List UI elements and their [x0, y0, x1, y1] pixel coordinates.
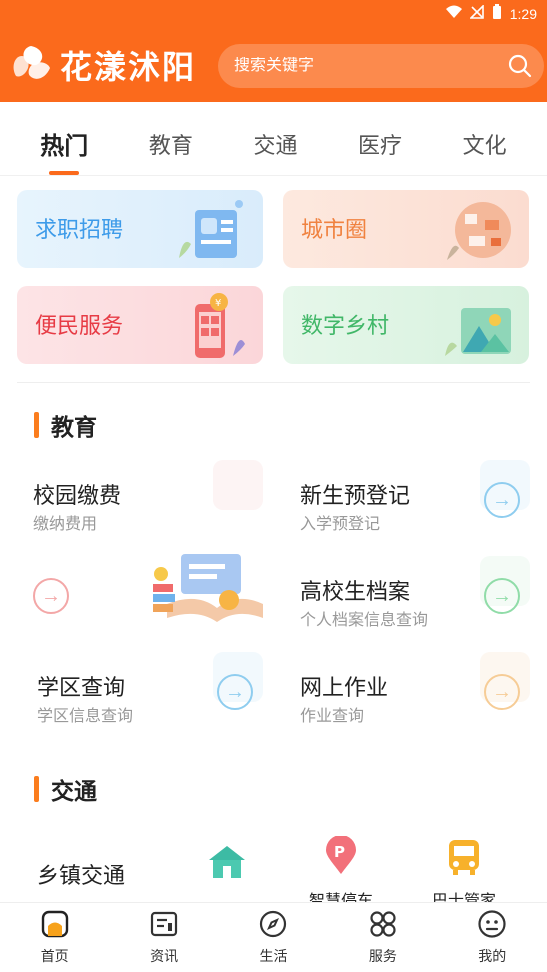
nav-label: 首页: [40, 948, 69, 964]
campus-payment-item[interactable]: 校园缴费 缴纳费用: [17, 460, 263, 550]
nav-label: 服务: [368, 948, 397, 964]
education-section-title: 教育: [34, 408, 97, 442]
item-title: 学区查询: [37, 675, 126, 700]
search-icon[interactable]: [508, 54, 532, 83]
smart-parking-item[interactable]: P 智慧停车: [309, 835, 373, 911]
arrow-right-icon[interactable]: →: [217, 674, 253, 710]
search-input[interactable]: [234, 57, 484, 75]
online-homework-item[interactable]: 网上作业 作业查询 →: [284, 652, 530, 742]
item-title: 校园缴费: [33, 483, 122, 508]
title-accent-bar: [34, 776, 39, 802]
nav-label: 资讯: [150, 948, 179, 964]
convenience-service-card[interactable]: 便民服务 ¥: [17, 286, 263, 364]
nav-news[interactable]: 资讯: [124, 909, 204, 966]
nav-service[interactable]: 服务: [343, 909, 423, 966]
bottom-navigation: 首页 资讯 生活 服务 我的: [0, 902, 547, 972]
resume-illustration-icon: [173, 196, 253, 262]
quick-service-grid: 求职招聘 城市圈 便民服务 ¥ 数字乡村: [17, 190, 530, 364]
card-label: 城市圈: [301, 217, 368, 242]
globe-illustration-icon: [439, 196, 519, 262]
city-circle-card[interactable]: 城市圈: [283, 190, 529, 268]
parking-pin-icon: P: [324, 835, 358, 881]
nav-label: 我的: [478, 948, 507, 964]
nav-profile[interactable]: 我的: [452, 909, 532, 966]
nav-home[interactable]: 首页: [15, 909, 95, 966]
arrow-right-icon[interactable]: →: [484, 674, 520, 710]
landscape-illustration-icon: [439, 292, 519, 358]
compass-icon: [258, 909, 288, 942]
tab-education[interactable]: 教育: [139, 120, 203, 168]
profile-icon: [477, 909, 507, 942]
news-icon: [149, 909, 179, 942]
category-tabs: 热门 教育 交通 医疗 文化: [0, 112, 547, 176]
item-subtitle: 作业查询: [300, 708, 365, 725]
item-subtitle: 学区信息查询: [37, 708, 134, 725]
tab-medical[interactable]: 医疗: [348, 120, 412, 168]
bus-manager-item[interactable]: 巴士管家: [432, 836, 496, 911]
section-divider: [17, 382, 530, 383]
section-title-text: 交通: [51, 778, 97, 804]
traffic-section-title: 交通: [34, 772, 97, 806]
campus-illustration-block: →: [17, 554, 263, 646]
svg-text:¥: ¥: [215, 298, 221, 309]
bus-icon: [446, 836, 482, 881]
section-title-text: 教育: [51, 414, 97, 440]
signal-off-icon: [468, 4, 484, 22]
svg-text:P: P: [334, 843, 345, 861]
card-label: 数字乡村: [301, 313, 390, 338]
town-traffic-link[interactable]: 乡镇交通: [37, 858, 125, 890]
book-illustration-icon: [147, 552, 267, 628]
wifi-icon: [445, 5, 462, 22]
tab-culture[interactable]: 文化: [453, 120, 517, 168]
traffic-row: 乡镇交通 P 智慧停车 巴士管家: [17, 830, 530, 910]
status-bar: 1:29: [0, 0, 547, 26]
status-time: 1:29: [509, 5, 537, 22]
tab-traffic[interactable]: 交通: [243, 120, 307, 168]
app-logo: 花漾沭阳: [8, 42, 196, 88]
item-subtitle: 个人档案信息查询: [300, 612, 429, 629]
app-title: 花漾沭阳: [60, 49, 197, 85]
arrow-right-icon[interactable]: →: [484, 482, 520, 518]
home-icon: [40, 909, 70, 942]
item-subtitle: 缴纳费用: [33, 516, 98, 533]
job-recruit-card[interactable]: 求职招聘: [17, 190, 263, 268]
phone-payment-illustration-icon: ¥: [173, 292, 253, 358]
digital-village-card[interactable]: 数字乡村: [283, 286, 529, 364]
logo-mark-icon: [8, 42, 54, 88]
title-accent-bar: [34, 412, 39, 438]
app-header: 花漾沭阳: [0, 26, 547, 102]
card-label: 便民服务: [35, 313, 124, 338]
village-house-icon: [207, 844, 247, 885]
item-title: 网上作业: [300, 675, 389, 700]
freshman-register-item[interactable]: 新生预登记 入学预登记 →: [284, 460, 530, 550]
battery-icon: [492, 4, 502, 23]
arrow-right-icon[interactable]: →: [484, 578, 520, 614]
item-subtitle: 入学预登记: [300, 516, 381, 533]
nav-label: 生活: [259, 948, 288, 964]
item-title: 高校生档案: [300, 579, 411, 604]
decor-shape: [213, 460, 263, 510]
nav-life[interactable]: 生活: [233, 909, 313, 966]
tab-hot[interactable]: 热门: [30, 118, 98, 169]
student-archive-item[interactable]: 高校生档案 个人档案信息查询 →: [284, 556, 530, 646]
item-title: 新生预登记: [300, 483, 411, 508]
card-label: 求职招聘: [35, 217, 124, 242]
search-bar[interactable]: [218, 44, 544, 88]
arrow-right-icon[interactable]: →: [33, 578, 69, 614]
grid-icon: [368, 909, 398, 942]
school-district-item[interactable]: 学区查询 学区信息查询 →: [17, 652, 263, 742]
